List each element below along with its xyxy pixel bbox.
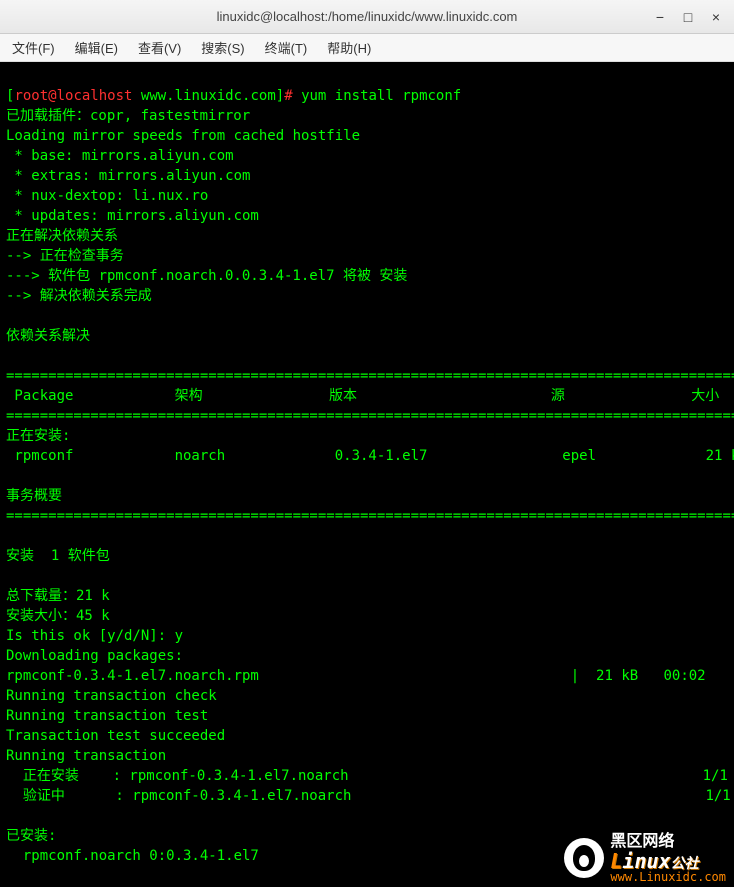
line-rpm-progress: rpmconf-0.3.4-1.el7.noarch.rpm | 21 kB 0… [6, 668, 706, 684]
line-check-trans: --> 正在检查事务 [6, 248, 124, 264]
line-mirror-base: * base: mirrors.aliyun.com [6, 148, 234, 164]
prompt-symbol: # [284, 88, 292, 104]
line-confirm: Is this ok [y/d/N]: y [6, 628, 183, 644]
section-installed: 已安装: [6, 828, 56, 844]
menu-bar: 文件(F) 编辑(E) 查看(V) 搜索(S) 终端(T) 帮助(H) [0, 34, 734, 62]
line-installed-pkg: rpmconf.noarch 0:0.3.4-1.el7 [6, 848, 259, 864]
divider-top: ========================================… [6, 368, 734, 384]
window-title: linuxidc@localhost:/home/linuxidc/www.li… [217, 9, 518, 24]
divider-bottom: ========================================… [6, 508, 734, 524]
line-resolving: 正在解决依赖关系 [6, 228, 118, 244]
line-trans-check: Running transaction check [6, 688, 217, 704]
menu-edit[interactable]: 编辑(E) [71, 36, 122, 59]
line-plugins: 已加载插件：copr, fastestmirror [6, 108, 250, 124]
watermark: 黑区网络 Linux公社 www.Linuxidc.com [564, 833, 726, 883]
close-button[interactable]: × [704, 5, 728, 29]
penguin-icon [564, 838, 604, 878]
watermark-url: www.Linuxidc.com [610, 871, 726, 883]
line-loading-mirrors: Loading mirror speeds from cached hostfi… [6, 128, 360, 144]
line-trans-test: Running transaction test [6, 708, 208, 724]
line-install-count: 安装 1 软件包 [6, 548, 110, 564]
minimize-button[interactable]: − [648, 5, 672, 29]
line-trans-succeeded: Transaction test succeeded [6, 728, 225, 744]
line-installed-size: 安装大小：45 k [6, 608, 110, 624]
line-verifying-pkg: 验证中 : rpmconf-0.3.4-1.el7.noarch 1/1 [6, 788, 731, 804]
prompt-user-host: root@localhost [14, 88, 132, 104]
line-mirror-extras: * extras: mirrors.aliyun.com [6, 168, 250, 184]
line-pkg-will-install: ---> 软件包 rpmconf.noarch.0.0.3.4-1.el7 将被… [6, 268, 407, 284]
table-row: rpmconf noarch 0.3.4-1.el7 epel 21 k [6, 448, 734, 464]
section-summary: 事务概要 [6, 488, 62, 504]
prompt-cwd: www.linuxidc.com [141, 88, 276, 104]
table-header: Package 架构 版本 源 大小 [6, 388, 719, 404]
watermark-brand: Linux公社 [610, 851, 726, 871]
menu-terminal[interactable]: 终端(T) [261, 36, 312, 59]
line-downloading: Downloading packages: [6, 648, 183, 664]
divider-mid: ========================================… [6, 408, 734, 424]
command-text: yum install rpmconf [301, 88, 461, 104]
menu-file[interactable]: 文件(F) [8, 36, 59, 59]
line-download-size: 总下载量：21 k [6, 588, 110, 604]
line-mirror-nux: * nux-dextop: li.nux.ro [6, 188, 208, 204]
line-deps-done: --> 解决依赖关系完成 [6, 288, 152, 304]
line-installing-pkg: 正在安装 : rpmconf-0.3.4-1.el7.noarch 1/1 [6, 768, 728, 784]
menu-search[interactable]: 搜索(S) [197, 36, 248, 59]
window-controls: − □ × [648, 5, 728, 29]
terminal-output[interactable]: [root@localhost www.linuxidc.com]# yum i… [0, 62, 734, 887]
line-running-trans: Running transaction [6, 748, 166, 764]
window-titlebar: linuxidc@localhost:/home/linuxidc/www.li… [0, 0, 734, 34]
menu-help[interactable]: 帮助(H) [323, 36, 375, 59]
menu-view[interactable]: 查看(V) [134, 36, 185, 59]
line-mirror-updates: * updates: mirrors.aliyun.com [6, 208, 259, 224]
watermark-cn: 黑区网络 [610, 833, 726, 849]
line-deps-resolved: 依赖关系解决 [6, 328, 90, 344]
maximize-button[interactable]: □ [676, 5, 700, 29]
section-installing: 正在安装: [6, 428, 70, 444]
